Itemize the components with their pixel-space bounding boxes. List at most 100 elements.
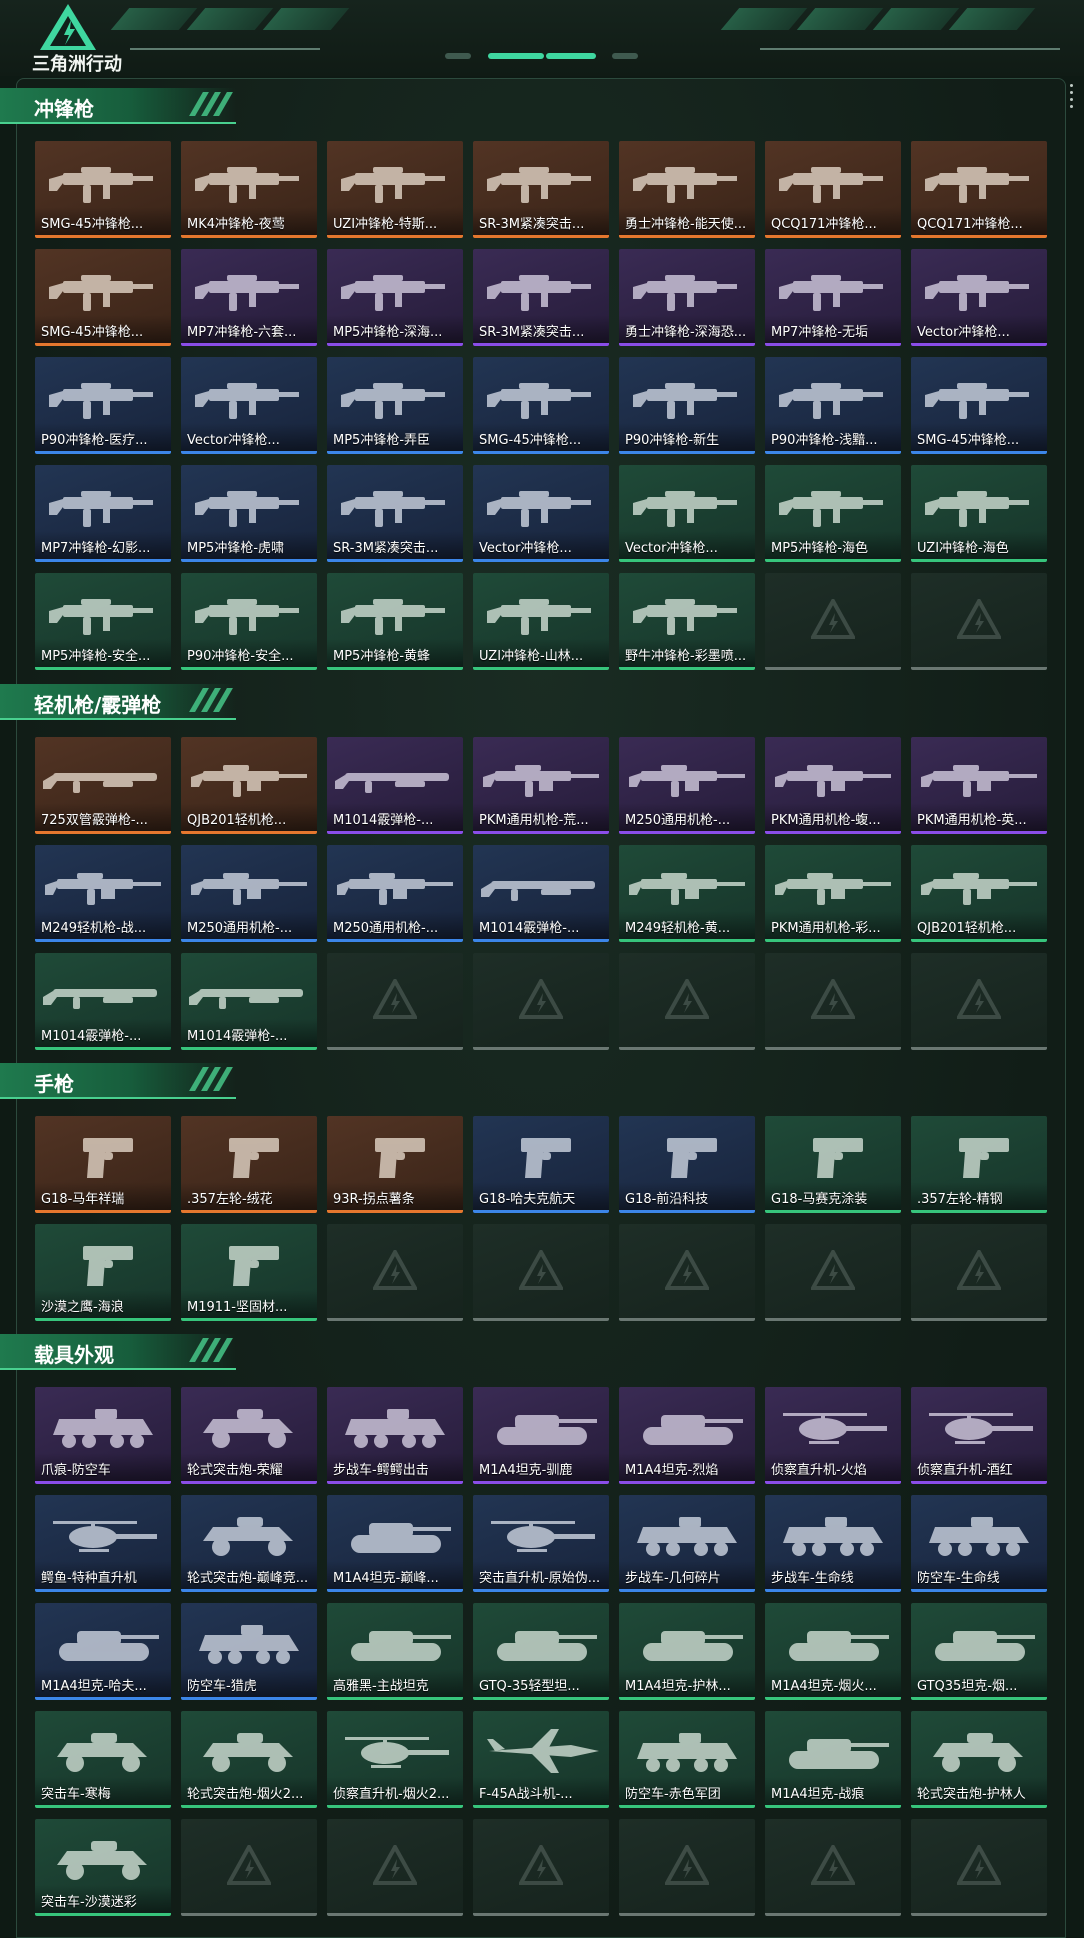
skin-card[interactable]: GTQ-35轻型坦... bbox=[473, 1603, 609, 1700]
skin-card[interactable]: M249轻机枪-战... bbox=[35, 845, 171, 942]
skin-card[interactable]: 突击车-寒梅 bbox=[35, 1711, 171, 1808]
skin-card[interactable]: PKM通用机枪-英... bbox=[911, 737, 1047, 834]
skin-card[interactable]: 侦察直升机-酒红 bbox=[911, 1387, 1047, 1484]
skin-card[interactable]: PKM通用机枪-彩... bbox=[765, 845, 901, 942]
skin-card[interactable]: MP5冲锋枪-安全... bbox=[35, 573, 171, 670]
skin-card[interactable]: SR-3M紧凑突击... bbox=[473, 141, 609, 238]
skin-card[interactable]: 勇士冲锋枪-深海恐... bbox=[619, 249, 755, 346]
skin-card[interactable]: M1A4坦克-哈夫... bbox=[35, 1603, 171, 1700]
skin-card[interactable]: M250通用机枪-... bbox=[327, 845, 463, 942]
skin-name: 步战车-生命线 bbox=[771, 1571, 854, 1586]
skin-card[interactable]: MP7冲锋枪-六套... bbox=[181, 249, 317, 346]
skin-card[interactable]: PKM通用机枪-蝮... bbox=[765, 737, 901, 834]
skin-card[interactable]: MK4冲锋枪-夜莺 bbox=[181, 141, 317, 238]
skin-card[interactable]: 侦察直升机-火焰 bbox=[765, 1387, 901, 1484]
skin-card[interactable]: MP7冲锋枪-无垢 bbox=[765, 249, 901, 346]
skin-card[interactable]: 轮式突击炮-烟火2... bbox=[181, 1711, 317, 1808]
skin-card[interactable]: 步战车-鳄鳄出击 bbox=[327, 1387, 463, 1484]
skin-card[interactable]: P90冲锋枪-新生 bbox=[619, 357, 755, 454]
skin-card[interactable]: 勇士冲锋枪-能天使... bbox=[619, 141, 755, 238]
skin-card[interactable]: G18-前沿科技 bbox=[619, 1116, 755, 1213]
skin-card[interactable]: P90冲锋枪-安全... bbox=[181, 573, 317, 670]
skin-card[interactable]: Vector冲锋枪... bbox=[473, 465, 609, 562]
skin-card[interactable]: SMG-45冲锋枪... bbox=[473, 357, 609, 454]
skin-card[interactable]: G18-马赛克涂装 bbox=[765, 1116, 901, 1213]
skin-card[interactable]: SR-3M紧凑突击... bbox=[327, 465, 463, 562]
skin-card[interactable]: 93R-拐点薯条 bbox=[327, 1116, 463, 1213]
skin-card[interactable]: M1A4坦克-驯鹿 bbox=[473, 1387, 609, 1484]
skin-card[interactable]: M250通用机枪-... bbox=[619, 737, 755, 834]
skin-card[interactable]: G18-哈夫克航天 bbox=[473, 1116, 609, 1213]
weapon-pistol-icon bbox=[83, 1246, 133, 1286]
skin-card[interactable]: P90冲锋枪-浅黯... bbox=[765, 357, 901, 454]
skin-card[interactable]: SMG-45冲锋枪... bbox=[35, 249, 171, 346]
skin-card[interactable]: 轮式突击炮-巅峰竞... bbox=[181, 1495, 317, 1592]
skin-card[interactable]: 轮式突击炮-护林人 bbox=[911, 1711, 1047, 1808]
skin-card[interactable]: SMG-45冲锋枪... bbox=[35, 141, 171, 238]
skin-card[interactable]: M1A4坦克-护林... bbox=[619, 1603, 755, 1700]
skin-card[interactable]: 轮式突击炮-荣耀 bbox=[181, 1387, 317, 1484]
skin-card[interactable]: M1014霰弹枪-... bbox=[181, 953, 317, 1050]
skin-card[interactable]: QJB201轻机枪... bbox=[181, 737, 317, 834]
skin-card[interactable]: P90冲锋枪-医疗... bbox=[35, 357, 171, 454]
skin-card[interactable]: MP5冲锋枪-黄蜂 bbox=[327, 573, 463, 670]
skin-card[interactable]: 725双管霰弹枪-... bbox=[35, 737, 171, 834]
skin-card[interactable]: MP5冲锋枪-虎啸 bbox=[181, 465, 317, 562]
skin-card[interactable]: 沙漠之鹰-海浪 bbox=[35, 1224, 171, 1321]
skin-card[interactable]: QCQ171冲锋枪... bbox=[765, 141, 901, 238]
skin-card[interactable]: M1014霰弹枪-... bbox=[473, 845, 609, 942]
skin-card[interactable]: MP5冲锋枪-弄臣 bbox=[327, 357, 463, 454]
skin-card[interactable]: 防空车-赤色军团 bbox=[619, 1711, 755, 1808]
skin-name: SMG-45冲锋枪... bbox=[479, 433, 582, 448]
skin-card[interactable]: SR-3M紧凑突击... bbox=[473, 249, 609, 346]
skin-card[interactable]: G18-马年祥瑞 bbox=[35, 1116, 171, 1213]
header-page-indicator-active[interactable] bbox=[488, 53, 544, 59]
skin-card[interactable]: .357左轮-绒花 bbox=[181, 1116, 317, 1213]
header-decor-stripe bbox=[186, 8, 274, 30]
skin-card[interactable]: 防空车-猎虎 bbox=[181, 1603, 317, 1700]
header-page-indicator-active[interactable] bbox=[546, 53, 596, 59]
skin-card[interactable]: UZI冲锋枪-海色 bbox=[911, 465, 1047, 562]
delta-watermark-icon bbox=[957, 599, 1001, 639]
skin-card[interactable]: M1A4坦克-巅峰... bbox=[327, 1495, 463, 1592]
skin-card[interactable]: F-45A战斗机-... bbox=[473, 1711, 609, 1808]
skin-card[interactable]: .357左轮-精钢 bbox=[911, 1116, 1047, 1213]
skin-card[interactable]: 防空车-生命线 bbox=[911, 1495, 1047, 1592]
skin-card[interactable]: M1A4坦克-烟火... bbox=[765, 1603, 901, 1700]
skin-card[interactable]: Vector冲锋枪... bbox=[911, 249, 1047, 346]
skin-name: M249轻机枪-战... bbox=[41, 921, 147, 936]
skin-card[interactable]: 步战车-生命线 bbox=[765, 1495, 901, 1592]
skin-card[interactable]: MP7冲锋枪-幻影... bbox=[35, 465, 171, 562]
skin-card[interactable]: M249轻机枪-黄... bbox=[619, 845, 755, 942]
skin-name: MP7冲锋枪-六套... bbox=[187, 325, 297, 340]
skin-card[interactable]: GTQ35坦克-烟... bbox=[911, 1603, 1047, 1700]
skin-card[interactable]: MP5冲锋枪-深海... bbox=[327, 249, 463, 346]
skin-card[interactable]: PKM通用机枪-荒... bbox=[473, 737, 609, 834]
skin-card[interactable]: Vector冲锋枪... bbox=[619, 465, 755, 562]
skin-card[interactable]: 突击车-沙漠迷彩 bbox=[35, 1819, 171, 1916]
header-page-indicator[interactable] bbox=[445, 53, 471, 59]
skin-card[interactable]: 爪痕-防空车 bbox=[35, 1387, 171, 1484]
skin-card[interactable]: M1A4坦克-战痕 bbox=[765, 1711, 901, 1808]
skin-card[interactable]: Vector冲锋枪... bbox=[181, 357, 317, 454]
skin-card[interactable]: M250通用机枪-... bbox=[181, 845, 317, 942]
skin-name: 轮式突击炮-巅峰竞... bbox=[187, 1571, 309, 1586]
more-menu-icon[interactable] bbox=[1070, 84, 1074, 112]
skin-card[interactable]: 野牛冲锋枪-彩墨喷... bbox=[619, 573, 755, 670]
skin-card[interactable]: 突击直升机-原始伪... bbox=[473, 1495, 609, 1592]
skin-card[interactable]: M1014霰弹枪-... bbox=[35, 953, 171, 1050]
skin-card[interactable]: MP5冲锋枪-海色 bbox=[765, 465, 901, 562]
skin-card[interactable]: UZI冲锋枪-特斯... bbox=[327, 141, 463, 238]
skin-card[interactable]: 高雅黑-主战坦克 bbox=[327, 1603, 463, 1700]
skin-card[interactable]: 步战车-几何碎片 bbox=[619, 1495, 755, 1592]
skin-card[interactable]: UZI冲锋枪-山林... bbox=[473, 573, 609, 670]
skin-card[interactable]: M1A4坦克-烈焰 bbox=[619, 1387, 755, 1484]
skin-card[interactable]: QJB201轻机枪... bbox=[911, 845, 1047, 942]
skin-card[interactable]: M1911-坚固材... bbox=[181, 1224, 317, 1321]
header-page-indicator[interactable] bbox=[612, 53, 638, 59]
skin-card[interactable]: 鳄鱼-特种直升机 bbox=[35, 1495, 171, 1592]
skin-card[interactable]: QCQ171冲锋枪... bbox=[911, 141, 1047, 238]
skin-card[interactable]: 侦察直升机-烟火2... bbox=[327, 1711, 463, 1808]
skin-card[interactable]: SMG-45冲锋枪... bbox=[911, 357, 1047, 454]
skin-card[interactable]: M1014霰弹枪-... bbox=[327, 737, 463, 834]
